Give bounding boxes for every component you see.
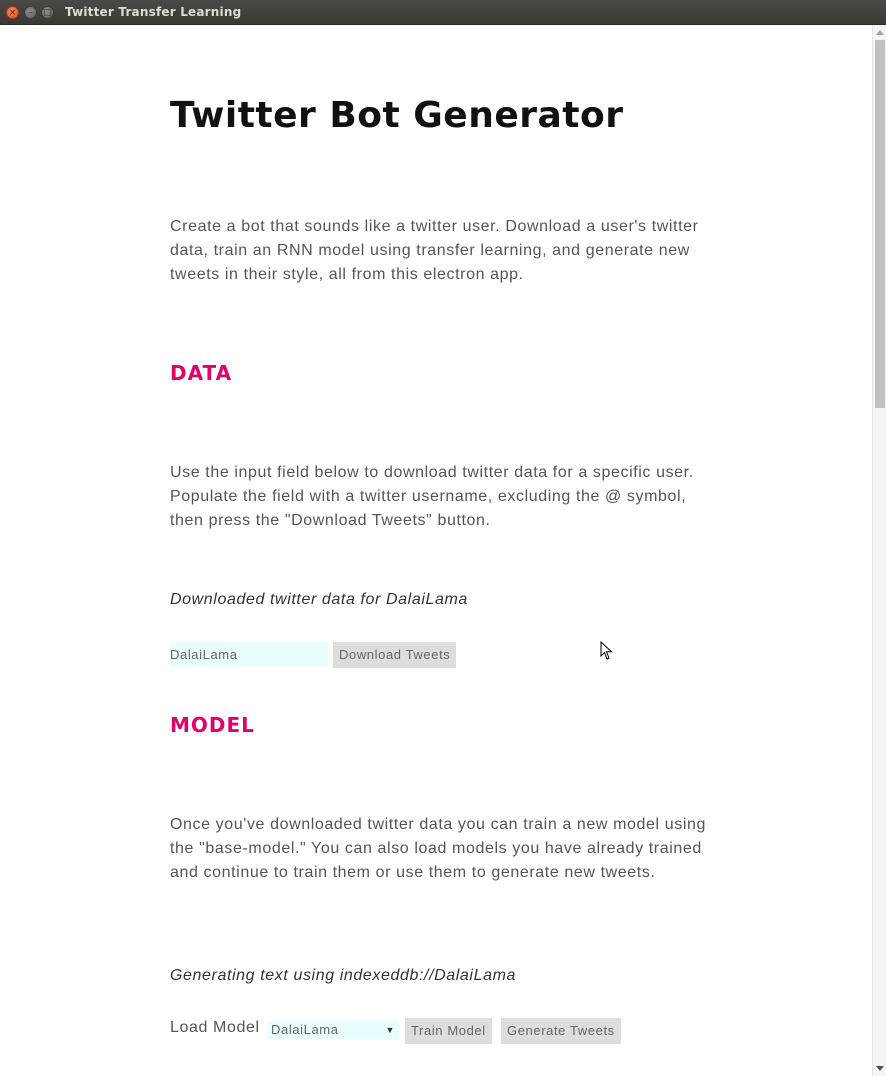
maximize-window-button[interactable]: □ bbox=[41, 6, 54, 19]
data-status-message: Downloaded twitter data for DalaiLama bbox=[170, 591, 468, 608]
username-input[interactable] bbox=[170, 642, 328, 667]
data-section-heading: DATA bbox=[170, 361, 233, 385]
vertical-scrollbar[interactable] bbox=[872, 25, 886, 1076]
data-description: Use the input field below to download tw… bbox=[170, 464, 694, 529]
scroll-down-arrow-icon[interactable] bbox=[876, 1066, 884, 1071]
intro-text: Create a bot that sounds like a twitter … bbox=[170, 218, 699, 283]
model-select-value: DalaiLama bbox=[271, 1022, 339, 1037]
model-select[interactable]: DalaiLama ▼ bbox=[268, 1021, 399, 1039]
model-status-message: Generating text using indexeddb://DalaiL… bbox=[170, 967, 517, 984]
scroll-up-arrow-icon[interactable] bbox=[876, 30, 884, 35]
app-window: × – □ Twitter Transfer Learning Twitter … bbox=[0, 0, 886, 1076]
minimize-window-button[interactable]: – bbox=[24, 6, 37, 19]
model-section-heading: MODEL bbox=[170, 713, 255, 737]
load-model-label: Load Model bbox=[170, 1019, 260, 1036]
title-bar: × – □ Twitter Transfer Learning bbox=[0, 0, 886, 25]
mouse-pointer-icon bbox=[600, 641, 613, 660]
window-title: Twitter Transfer Learning bbox=[65, 5, 242, 19]
scrollbar-thumb[interactable] bbox=[875, 40, 885, 408]
train-model-button[interactable]: Train Model bbox=[405, 1018, 492, 1044]
generate-tweets-button[interactable]: Generate Tweets bbox=[501, 1018, 621, 1044]
caret-down-icon: ▼ bbox=[385, 1025, 395, 1035]
page-title: Twitter Bot Generator bbox=[170, 95, 624, 136]
close-window-button[interactable]: × bbox=[6, 6, 19, 19]
model-description: Once you've downloaded twitter data you … bbox=[170, 816, 706, 881]
download-tweets-button[interactable]: Download Tweets bbox=[333, 642, 457, 668]
